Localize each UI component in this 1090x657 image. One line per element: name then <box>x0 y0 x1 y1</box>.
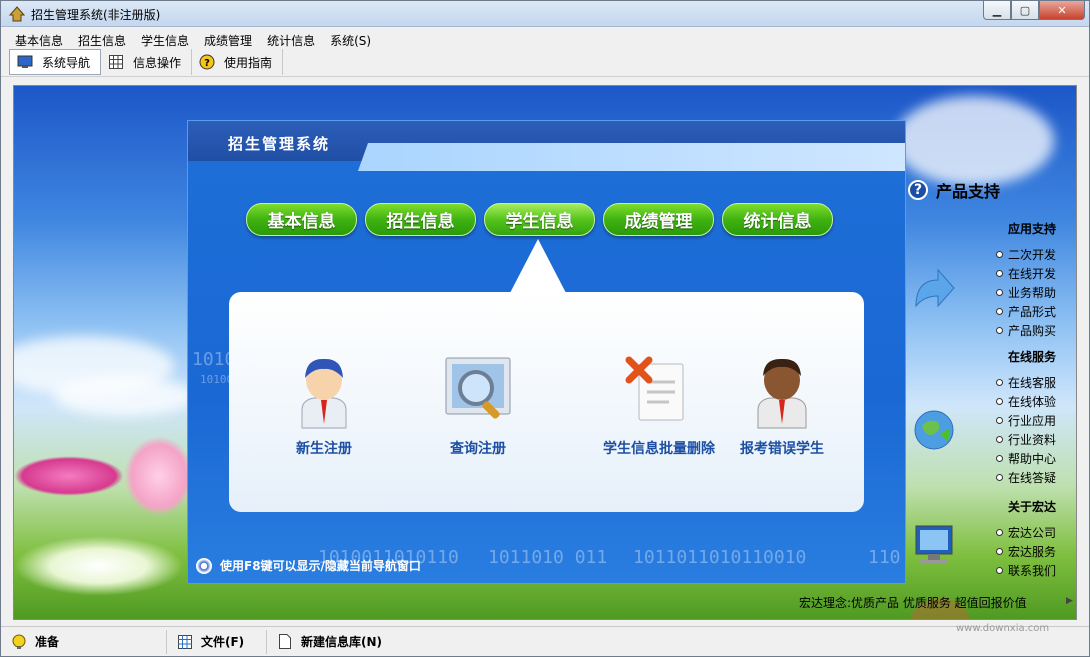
support-group-apps: 应用支持 二次开发 在线开发 业务帮助 产品形式 产品购买 <box>996 220 1056 340</box>
panel-title: 招生管理系统 <box>228 135 331 153</box>
toolbar-guide-label: 使用指南 <box>224 55 273 70</box>
status-new-db[interactable]: 新建信息库(N) <box>267 630 417 654</box>
tab-grades[interactable]: 成绩管理 <box>603 203 714 236</box>
bulb-icon <box>11 634 27 650</box>
scroll-right-arrow[interactable]: ▶ <box>1066 596 1076 606</box>
grid-icon <box>107 54 125 70</box>
app-icon <box>9 6 25 22</box>
minimize-button[interactable]: ▁ <box>983 1 1011 20</box>
func-query-registration[interactable]: 查询注册 <box>403 354 553 458</box>
delete-document-icon <box>625 356 684 421</box>
tab-basic-info[interactable]: 基本信息 <box>246 203 357 236</box>
cloud-decoration <box>894 96 1054 186</box>
support-link[interactable]: 行业资料 <box>996 430 1056 449</box>
title-bar: 招生管理系统(非注册版) ▁ ▢ ✕ <box>1 1 1089 27</box>
panel-footer-text: 使用F8键可以显示/隐藏当前导航窗口 <box>220 559 421 573</box>
status-file-label: 文件(F) <box>201 635 245 649</box>
toolbar-info-ops-button[interactable]: 信息操作 <box>101 49 193 75</box>
menu-bar: 基本信息 招生信息 学生信息 成绩管理 统计信息 系统(S) <box>1 29 1089 49</box>
support-group-about: 关于宏达 宏达公司 宏达服务 联系我们 <box>996 498 1056 580</box>
support-link[interactable]: 业务帮助 <box>996 283 1056 302</box>
menu-system[interactable]: 系统(S) <box>324 29 380 49</box>
monitor-icon <box>16 54 34 70</box>
support-group-title: 在线服务 <box>1007 350 1056 364</box>
func-wrong-exam-students[interactable]: 报考错误学生 <box>707 354 857 458</box>
application-window: 招生管理系统(非注册版) ▁ ▢ ✕ 基本信息 招生信息 学生信息 成绩管理 统… <box>0 0 1090 657</box>
status-file[interactable]: 文件(F) <box>167 629 267 654</box>
func-new-registration[interactable]: 新生注册 <box>249 354 399 458</box>
tab-statistics[interactable]: 统计信息 <box>722 203 833 236</box>
support-link[interactable]: 产品购买 <box>996 321 1056 340</box>
support-link[interactable]: 二次开发 <box>996 245 1056 264</box>
flower-decoration <box>124 436 194 516</box>
support-link[interactable]: 宏达公司 <box>996 523 1056 542</box>
student-brown-icon <box>757 358 807 429</box>
question-icon: ? <box>908 180 928 200</box>
help-icon: ? <box>198 54 216 70</box>
globe-refresh-icon <box>914 410 954 450</box>
navigation-background: 招生管理系统 1010 10100 1010011010110 1011010 … <box>13 85 1077 620</box>
tab-pointer <box>510 239 566 293</box>
status-bar: 准备 文件(F) 新建信息库(N) <box>1 626 1089 656</box>
toolbar-info-ops-label: 信息操作 <box>133 55 182 70</box>
company-slogan: 宏达理念:优质产品 优质服务 超值回报价值 <box>799 596 1027 610</box>
table-icon <box>177 634 193 650</box>
close-button[interactable]: ✕ <box>1039 1 1085 20</box>
support-link[interactable]: 联系我们 <box>996 561 1056 580</box>
support-group-online: 在线服务 在线客服 在线体验 行业应用 行业资料 帮助中心 在线答疑 <box>996 348 1056 487</box>
support-link[interactable]: 行业应用 <box>996 411 1056 430</box>
binary-decoration: 1011010 011 <box>488 547 608 568</box>
search-magnifier-icon <box>445 357 511 419</box>
support-group-title: 应用支持 <box>1007 222 1056 236</box>
tab-admission-info[interactable]: 招生信息 <box>365 203 476 236</box>
support-link[interactable]: 宏达服务 <box>996 542 1056 561</box>
menu-admission-info[interactable]: 招生信息 <box>72 29 135 49</box>
flower-decoration <box>14 456 124 496</box>
status-ready: 准备 <box>1 629 167 654</box>
toolbar-guide-button[interactable]: ? 使用指南 <box>192 49 284 75</box>
support-title: 产品支持 <box>936 182 1001 201</box>
status-new-db-label: 新建信息库(N) <box>301 635 383 649</box>
info-circle-icon <box>196 557 212 574</box>
func-new-registration-label: 新生注册 <box>296 441 352 457</box>
binary-decoration: 1011011010110010 <box>633 547 807 568</box>
support-link[interactable]: 在线开发 <box>996 264 1056 283</box>
tab-student-info[interactable]: 学生信息 <box>484 203 595 236</box>
student-icon <box>301 358 347 429</box>
support-link[interactable]: 在线答疑 <box>996 468 1056 487</box>
func-wrong-exam-label: 报考错误学生 <box>740 441 824 457</box>
window-controls: ▁ ▢ ✕ <box>983 1 1085 21</box>
support-link[interactable]: 在线客服 <box>996 373 1056 392</box>
function-area: 新生注册 查询注册 学生信息批量删除 报考错误学生 <box>229 292 864 512</box>
func-query-registration-label: 查询注册 <box>450 441 506 457</box>
support-header: ? 产品支持 <box>908 178 1000 202</box>
toolbar: 系统导航 信息操作 ? 使用指南 <box>1 49 1089 77</box>
category-tabs: 基本信息 招生信息 学生信息 成绩管理 统计信息 <box>246 203 833 236</box>
cloud-decoration <box>54 376 194 416</box>
document-icon <box>277 634 293 650</box>
support-link[interactable]: 产品形式 <box>996 302 1056 321</box>
svg-text:?: ? <box>204 58 210 69</box>
computer-icon <box>915 525 953 564</box>
support-link[interactable]: 帮助中心 <box>996 449 1056 468</box>
menu-basic-info[interactable]: 基本信息 <box>9 29 72 49</box>
binary-decoration: 110 <box>868 547 901 568</box>
navigation-panel: 招生管理系统 1010 10100 1010011010110 1011010 … <box>187 120 906 584</box>
menu-student-info[interactable]: 学生信息 <box>135 29 198 49</box>
flower-decoration <box>14 536 184 596</box>
arrow-icon <box>915 268 955 308</box>
toolbar-system-nav-label: 系统导航 <box>42 55 91 70</box>
panel-footer: 使用F8键可以显示/隐藏当前导航窗口 <box>196 557 421 574</box>
toolbar-system-nav-button[interactable]: 系统导航 <box>9 49 102 75</box>
support-group-title: 关于宏达 <box>1007 500 1056 514</box>
watermark-url: www.downxia.com <box>956 623 1050 634</box>
window-title: 招生管理系统(非注册版) <box>31 8 161 22</box>
menu-statistics[interactable]: 统计信息 <box>261 29 324 49</box>
support-link[interactable]: 在线体验 <box>996 392 1056 411</box>
maximize-button[interactable]: ▢ <box>1011 1 1039 20</box>
status-ready-label: 准备 <box>35 635 60 649</box>
menu-grades[interactable]: 成绩管理 <box>198 29 261 49</box>
